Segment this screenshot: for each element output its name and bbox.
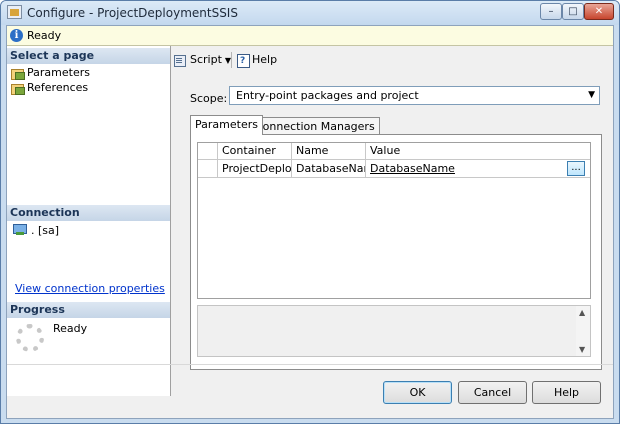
scope-label: Scope: bbox=[190, 92, 228, 105]
tab-parameters[interactable]: Parameters bbox=[190, 115, 263, 135]
help-label: Help bbox=[252, 53, 278, 66]
dialog-client: i Ready Select a page Parameters Referen… bbox=[6, 25, 614, 419]
cell-value[interactable]: DatabaseName bbox=[366, 160, 566, 178]
parameters-grid: Container Name Value ProjectDeplo... Dat… bbox=[197, 142, 591, 299]
script-button[interactable]: Script ▼ bbox=[173, 52, 231, 68]
info-icon: i bbox=[10, 29, 23, 42]
page-item-label: References bbox=[27, 81, 89, 94]
page-item-references[interactable]: References bbox=[11, 81, 88, 95]
connection-header: Connection bbox=[7, 205, 170, 221]
close-button[interactable]: ✕ bbox=[584, 3, 614, 20]
cell-name[interactable]: DatabaseName bbox=[292, 160, 366, 178]
scroll-down-icon[interactable]: ▼ bbox=[579, 345, 585, 354]
description-box: ▲ ▼ bbox=[197, 305, 591, 357]
cell-container[interactable]: ProjectDeplo... bbox=[218, 160, 292, 178]
column-header-container[interactable]: Container bbox=[218, 143, 292, 160]
scope-select[interactable]: Entry-point packages and project ▼ bbox=[229, 86, 600, 105]
configure-window: Configure - ProjectDeploymentSSIS – □ ✕ … bbox=[0, 0, 620, 424]
help-icon bbox=[236, 53, 250, 69]
edit-value-button[interactable]: ... bbox=[567, 161, 585, 176]
page-item-parameters[interactable]: Parameters bbox=[11, 66, 90, 80]
status-text: Ready bbox=[27, 29, 62, 42]
help-button[interactable]: Help bbox=[532, 381, 601, 404]
select-page-header: Select a page bbox=[7, 48, 170, 64]
progress-text: Ready bbox=[53, 322, 88, 335]
column-header-name[interactable]: Name bbox=[292, 143, 366, 160]
left-pane: Select a page Parameters References Conn… bbox=[7, 46, 171, 396]
view-connection-properties-link[interactable]: View connection properties bbox=[15, 282, 165, 295]
window-title: Configure - ProjectDeploymentSSIS bbox=[27, 6, 238, 20]
app-icon bbox=[7, 5, 22, 19]
status-bar: i Ready bbox=[7, 26, 613, 46]
ok-button[interactable]: OK bbox=[383, 381, 452, 404]
cancel-button[interactable]: Cancel bbox=[458, 381, 527, 404]
column-header-value[interactable]: Value bbox=[366, 143, 590, 160]
progress-header: Progress bbox=[7, 302, 170, 318]
maximize-button[interactable]: □ bbox=[562, 3, 584, 20]
toolbar-separator bbox=[231, 52, 232, 68]
references-page-icon bbox=[11, 83, 25, 95]
connection-text: . [sa] bbox=[31, 224, 60, 237]
row-selector-header bbox=[198, 143, 218, 160]
footer-divider bbox=[7, 364, 613, 365]
script-icon bbox=[173, 54, 187, 67]
title-bar: Configure - ProjectDeploymentSSIS – □ ✕ bbox=[1, 1, 619, 25]
progress-spinner-icon bbox=[16, 324, 44, 352]
page-item-label: Parameters bbox=[27, 66, 90, 79]
script-label: Script bbox=[190, 53, 222, 66]
grid-header: Container Name Value bbox=[198, 143, 590, 160]
scope-value: Entry-point packages and project bbox=[236, 89, 419, 102]
parameters-page-icon bbox=[11, 68, 25, 80]
parameters-tab-panel: Container Name Value ProjectDeplo... Dat… bbox=[190, 134, 602, 370]
scroll-up-icon[interactable]: ▲ bbox=[579, 308, 585, 317]
description-scrollbar[interactable]: ▲ ▼ bbox=[576, 306, 590, 356]
table-row[interactable]: ProjectDeplo... DatabaseName DatabaseNam… bbox=[198, 160, 590, 178]
minimize-button[interactable]: – bbox=[540, 3, 562, 20]
chevron-down-icon: ▼ bbox=[588, 90, 595, 100]
row-selector[interactable] bbox=[198, 160, 218, 178]
help-toolbar-button[interactable]: Help bbox=[236, 52, 278, 69]
server-connection-icon bbox=[13, 224, 27, 236]
